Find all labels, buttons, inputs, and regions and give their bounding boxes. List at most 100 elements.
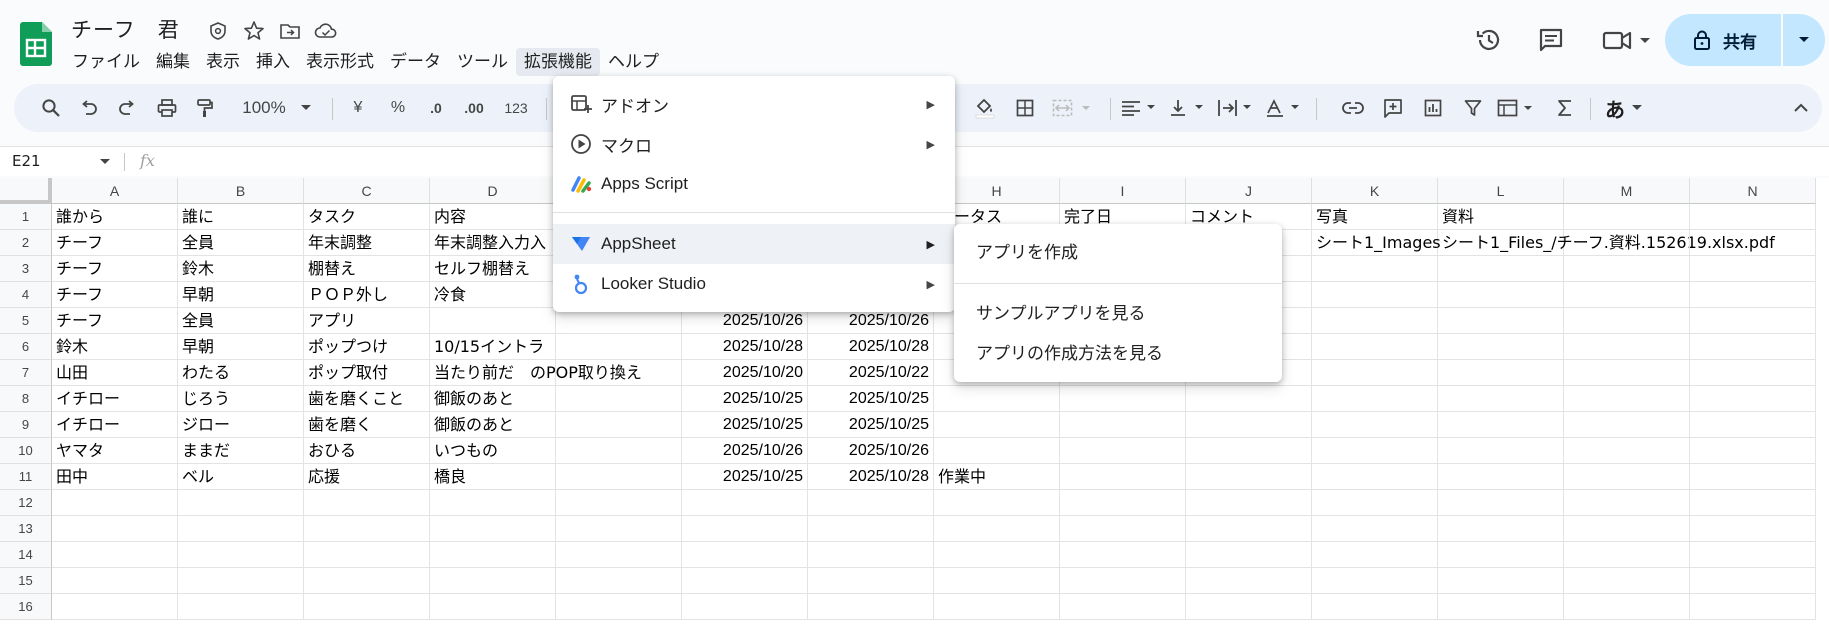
cell-g13[interactable] [808,516,934,542]
cell-a16[interactable] [52,594,178,620]
row-header-9[interactable]: 9 [0,412,52,438]
cell-f16[interactable] [682,594,808,620]
cell-g10[interactable]: 2025/10/26 [808,438,934,464]
cell-g11[interactable]: 2025/10/28 [808,464,934,490]
row-header-12[interactable]: 12 [0,490,52,516]
row-header-14[interactable]: 14 [0,542,52,568]
cell-l3[interactable] [1438,256,1564,282]
cell-m3[interactable] [1564,256,1690,282]
cell-c13[interactable] [304,516,430,542]
cell-e11[interactable] [556,464,682,490]
document-title[interactable]: チーフ 君 [71,14,180,44]
row-header-7[interactable]: 7 [0,360,52,386]
menu-format[interactable]: 表示形式 [298,48,382,76]
cell-i12[interactable] [1060,490,1186,516]
cell-b1[interactable]: 誰に [178,204,304,230]
cell-h15[interactable] [934,568,1060,594]
text-wrapping-icon[interactable] [1214,84,1260,132]
percent-format-button[interactable]: % [384,84,412,132]
cell-j11[interactable] [1186,464,1312,490]
cell-c14[interactable] [304,542,430,568]
insert-comment-icon[interactable] [1376,84,1410,132]
cell-b4[interactable]: 早朝 [178,282,304,308]
cloud-saved-icon[interactable] [313,18,339,44]
row-header-8[interactable]: 8 [0,386,52,412]
cell-m14[interactable] [1564,542,1690,568]
input-tools-button[interactable]: あ [1598,84,1632,132]
cell-l2[interactable]: シート1_Files_/チーフ.資料.152619.xlsx.pdf [1438,230,1775,256]
cell-k11[interactable] [1312,464,1438,490]
row-header-15[interactable]: 15 [0,568,52,594]
cell-a10[interactable]: ヤマタ [52,438,178,464]
text-rotation-icon[interactable] [1262,84,1308,132]
row-header-16[interactable]: 16 [0,594,52,620]
cell-l10[interactable] [1438,438,1564,464]
insert-link-icon[interactable] [1336,84,1370,132]
cell-a2[interactable]: チーフ [52,230,178,256]
cell-l9[interactable] [1438,412,1564,438]
row-header-3[interactable]: 3 [0,256,52,282]
cell-i15[interactable] [1060,568,1186,594]
cell-f11[interactable]: 2025/10/25 [682,464,808,490]
cell-a12[interactable] [52,490,178,516]
redo-icon[interactable] [110,84,144,132]
merge-cells-icon[interactable] [1048,84,1100,132]
cell-k15[interactable] [1312,568,1438,594]
cell-c3[interactable]: 棚替え [304,256,430,282]
cell-d9[interactable]: 御飯のあと [430,412,556,438]
cell-c16[interactable] [304,594,430,620]
cell-a8[interactable]: イチロー [52,386,178,412]
cell-e12[interactable] [556,490,682,516]
cell-n14[interactable] [1690,542,1816,568]
cell-b16[interactable] [178,594,304,620]
cell-m6[interactable] [1564,334,1690,360]
cell-l14[interactable] [1438,542,1564,568]
menu-view[interactable]: 表示 [198,48,248,76]
cell-d1[interactable]: 内容 [430,204,556,230]
cell-c8[interactable]: 歯を磨くこと [304,386,430,412]
cell-l5[interactable] [1438,308,1564,334]
menu-apps-script[interactable]: Apps Script [553,164,955,204]
cell-n1[interactable] [1690,204,1816,230]
cell-f9[interactable]: 2025/10/25 [682,412,808,438]
cell-f13[interactable] [682,516,808,542]
cell-n9[interactable] [1690,412,1816,438]
menu-extensions[interactable]: 拡張機能 [516,48,600,76]
cell-f12[interactable] [682,490,808,516]
cell-c10[interactable]: おひる [304,438,430,464]
functions-icon[interactable] [1548,84,1582,132]
column-header-a[interactable]: A [52,178,178,204]
cell-n15[interactable] [1690,568,1816,594]
cell-n11[interactable] [1690,464,1816,490]
cell-l8[interactable] [1438,386,1564,412]
cell-j16[interactable] [1186,594,1312,620]
cell-i8[interactable] [1060,386,1186,412]
cell-e16[interactable] [556,594,682,620]
cell-e15[interactable] [556,568,682,594]
more-formats-button[interactable]: 123 [498,84,534,132]
cell-f6[interactable]: 2025/10/28 [682,334,808,360]
cell-b15[interactable] [178,568,304,594]
cell-g7[interactable]: 2025/10/22 [808,360,934,386]
cell-d11[interactable]: 橋良 [430,464,556,490]
cell-f7[interactable]: 2025/10/20 [682,360,808,386]
cell-n3[interactable] [1690,256,1816,282]
cell-k4[interactable] [1312,282,1438,308]
cell-k10[interactable] [1312,438,1438,464]
cell-i13[interactable] [1060,516,1186,542]
cell-i16[interactable] [1060,594,1186,620]
meet-video-icon[interactable] [1598,22,1658,58]
version-history-icon[interactable] [1471,22,1507,58]
how-to-create-app-item[interactable]: アプリの作成方法を見る [954,334,1282,374]
select-all-corner[interactable] [0,178,52,204]
cell-h13[interactable] [934,516,1060,542]
cell-e13[interactable] [556,516,682,542]
search-menus-icon[interactable] [34,84,68,132]
cell-m16[interactable] [1564,594,1690,620]
cell-b8[interactable]: じろう [178,386,304,412]
column-header-b[interactable]: B [178,178,304,204]
column-header-k[interactable]: K [1312,178,1438,204]
cell-k12[interactable] [1312,490,1438,516]
cell-d12[interactable] [430,490,556,516]
cell-e6[interactable] [556,334,682,360]
